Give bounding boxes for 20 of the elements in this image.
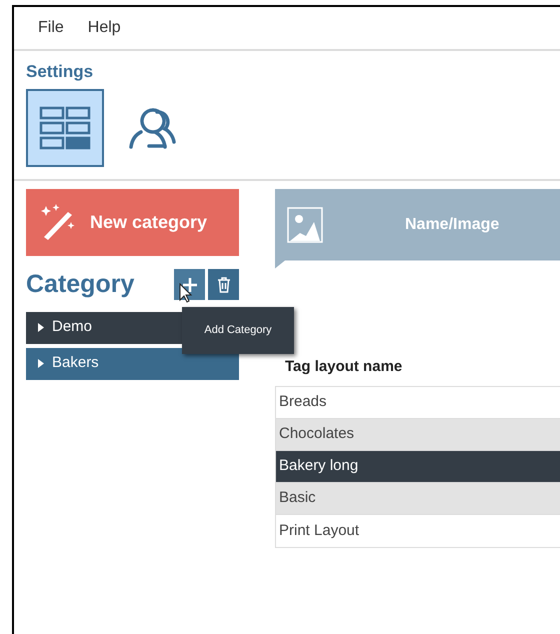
table-row[interactable]: Basic [276,483,560,515]
mouse-cursor-icon [179,283,193,303]
plus-icon [182,276,198,292]
expand-arrow-icon [38,323,44,332]
trash-icon [216,276,230,292]
expand-arrow-icon [38,359,44,368]
banner-label: Name/Image [405,214,500,234]
column-header: Tag layout name [285,356,404,376]
grid-layout-icon [39,106,91,150]
category-title: Category [26,268,136,300]
tooltip: Add Category [182,307,294,354]
toolbar-button[interactable] [26,88,104,166]
table-row[interactable]: Bakery long [276,451,560,483]
tree-item[interactable]: Bakers [26,348,239,380]
section-title: Settings [26,61,94,83]
menu-item[interactable]: Help [88,16,121,40]
delete-button[interactable] [208,269,239,300]
table-row[interactable]: Chocolates [276,419,560,451]
image-icon [287,206,323,242]
menu-item[interactable]: File [38,16,64,40]
